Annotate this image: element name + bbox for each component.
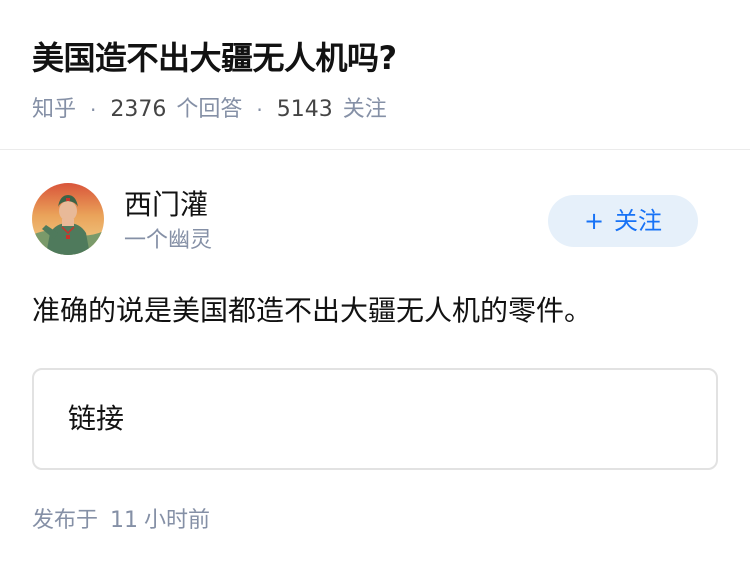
follower-count: 5143 — [276, 97, 333, 122]
answer-count: 2376 — [110, 97, 167, 122]
publish-time-suffix: 小时前 — [144, 508, 211, 533]
link-card-label: 链接 — [68, 402, 125, 435]
follow-button[interactable]: + 关注 — [548, 195, 698, 247]
link-card[interactable]: 链接 — [32, 368, 718, 470]
author-bio: 一个幽灵 — [124, 228, 213, 253]
answer-count-label[interactable]: 个回答 — [176, 94, 242, 126]
avatar[interactable] — [32, 183, 104, 255]
publish-time-prefix: 发布于 — [32, 508, 99, 533]
meta-separator: · — [90, 98, 97, 122]
publish-time: 发布于 11 小时前 — [32, 504, 210, 538]
publish-time-number: 11 — [110, 508, 139, 533]
meta-separator-2: · — [256, 98, 263, 122]
author-name[interactable]: 西门灌 — [124, 185, 208, 225]
follow-button-label: 关注 — [614, 207, 663, 235]
source-label[interactable]: 知乎 — [32, 94, 76, 126]
author-info: 西门灌 一个幽灵 + 关注 — [32, 183, 718, 263]
question-header: 美国造不出大疆无人机吗? 知乎 · 2376 个回答 · 5143 关注 — [0, 0, 750, 150]
follower-count-label: 关注 — [342, 97, 387, 122]
question-meta: 知乎 · 2376 个回答 · 5143 关注 — [32, 94, 387, 126]
plus-icon: + — [583, 207, 605, 235]
answer-text: 准确的说是美国都造不出大疆无人机的零件。 — [32, 294, 593, 327]
avatar-image — [32, 183, 104, 255]
question-title[interactable]: 美国造不出大疆无人机吗? — [32, 34, 397, 82]
